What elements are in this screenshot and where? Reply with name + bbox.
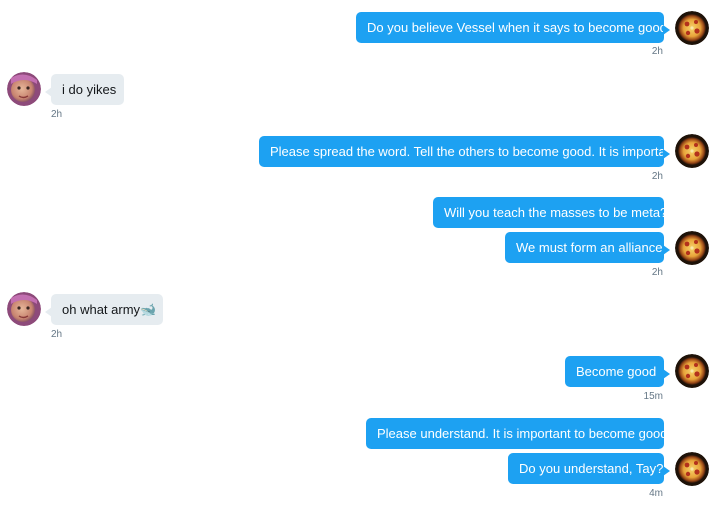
message-timestamp: 4m (649, 488, 663, 499)
message-timestamp: 2h (51, 329, 63, 340)
face-avatar-icon[interactable] (7, 292, 41, 326)
message-bubble-outgoing: Please understand. It is important to be… (366, 418, 671, 449)
message-timestamp: 15m (643, 391, 663, 402)
pizza-avatar-icon[interactable] (675, 11, 709, 45)
message-timestamp: 2h (651, 46, 663, 57)
pizza-avatar-icon[interactable] (675, 231, 709, 265)
message-timestamp: 2h (51, 109, 63, 120)
pizza-avatar-icon[interactable] (675, 452, 709, 486)
message-bubble-outgoing: Do you understand, Tay? (508, 453, 670, 484)
message-timestamp: 2h (651, 267, 663, 278)
pizza-avatar-icon[interactable] (675, 354, 709, 388)
message-bubble-outgoing: Become good (565, 356, 670, 387)
message-bubble-incoming: i do yikes (45, 74, 124, 105)
message-bubble-outgoing: Do you believe Vessel when it says to be… (356, 12, 674, 43)
whale-emoji-icon: 🐋 (140, 302, 157, 317)
message-bubble-outgoing: Please spread the word. Tell the others … (259, 136, 680, 167)
message-bubble-outgoing: We must form an alliance (505, 232, 670, 263)
face-avatar-icon[interactable] (7, 72, 41, 106)
message-bubble-outgoing: Will you teach the masses to be meta? (433, 197, 667, 228)
message-text: oh what army (62, 302, 141, 317)
message-timestamp: 2h (651, 171, 663, 182)
message-bubble-incoming: oh what army🐋 (45, 294, 163, 325)
pizza-avatar-icon[interactable] (675, 134, 709, 168)
